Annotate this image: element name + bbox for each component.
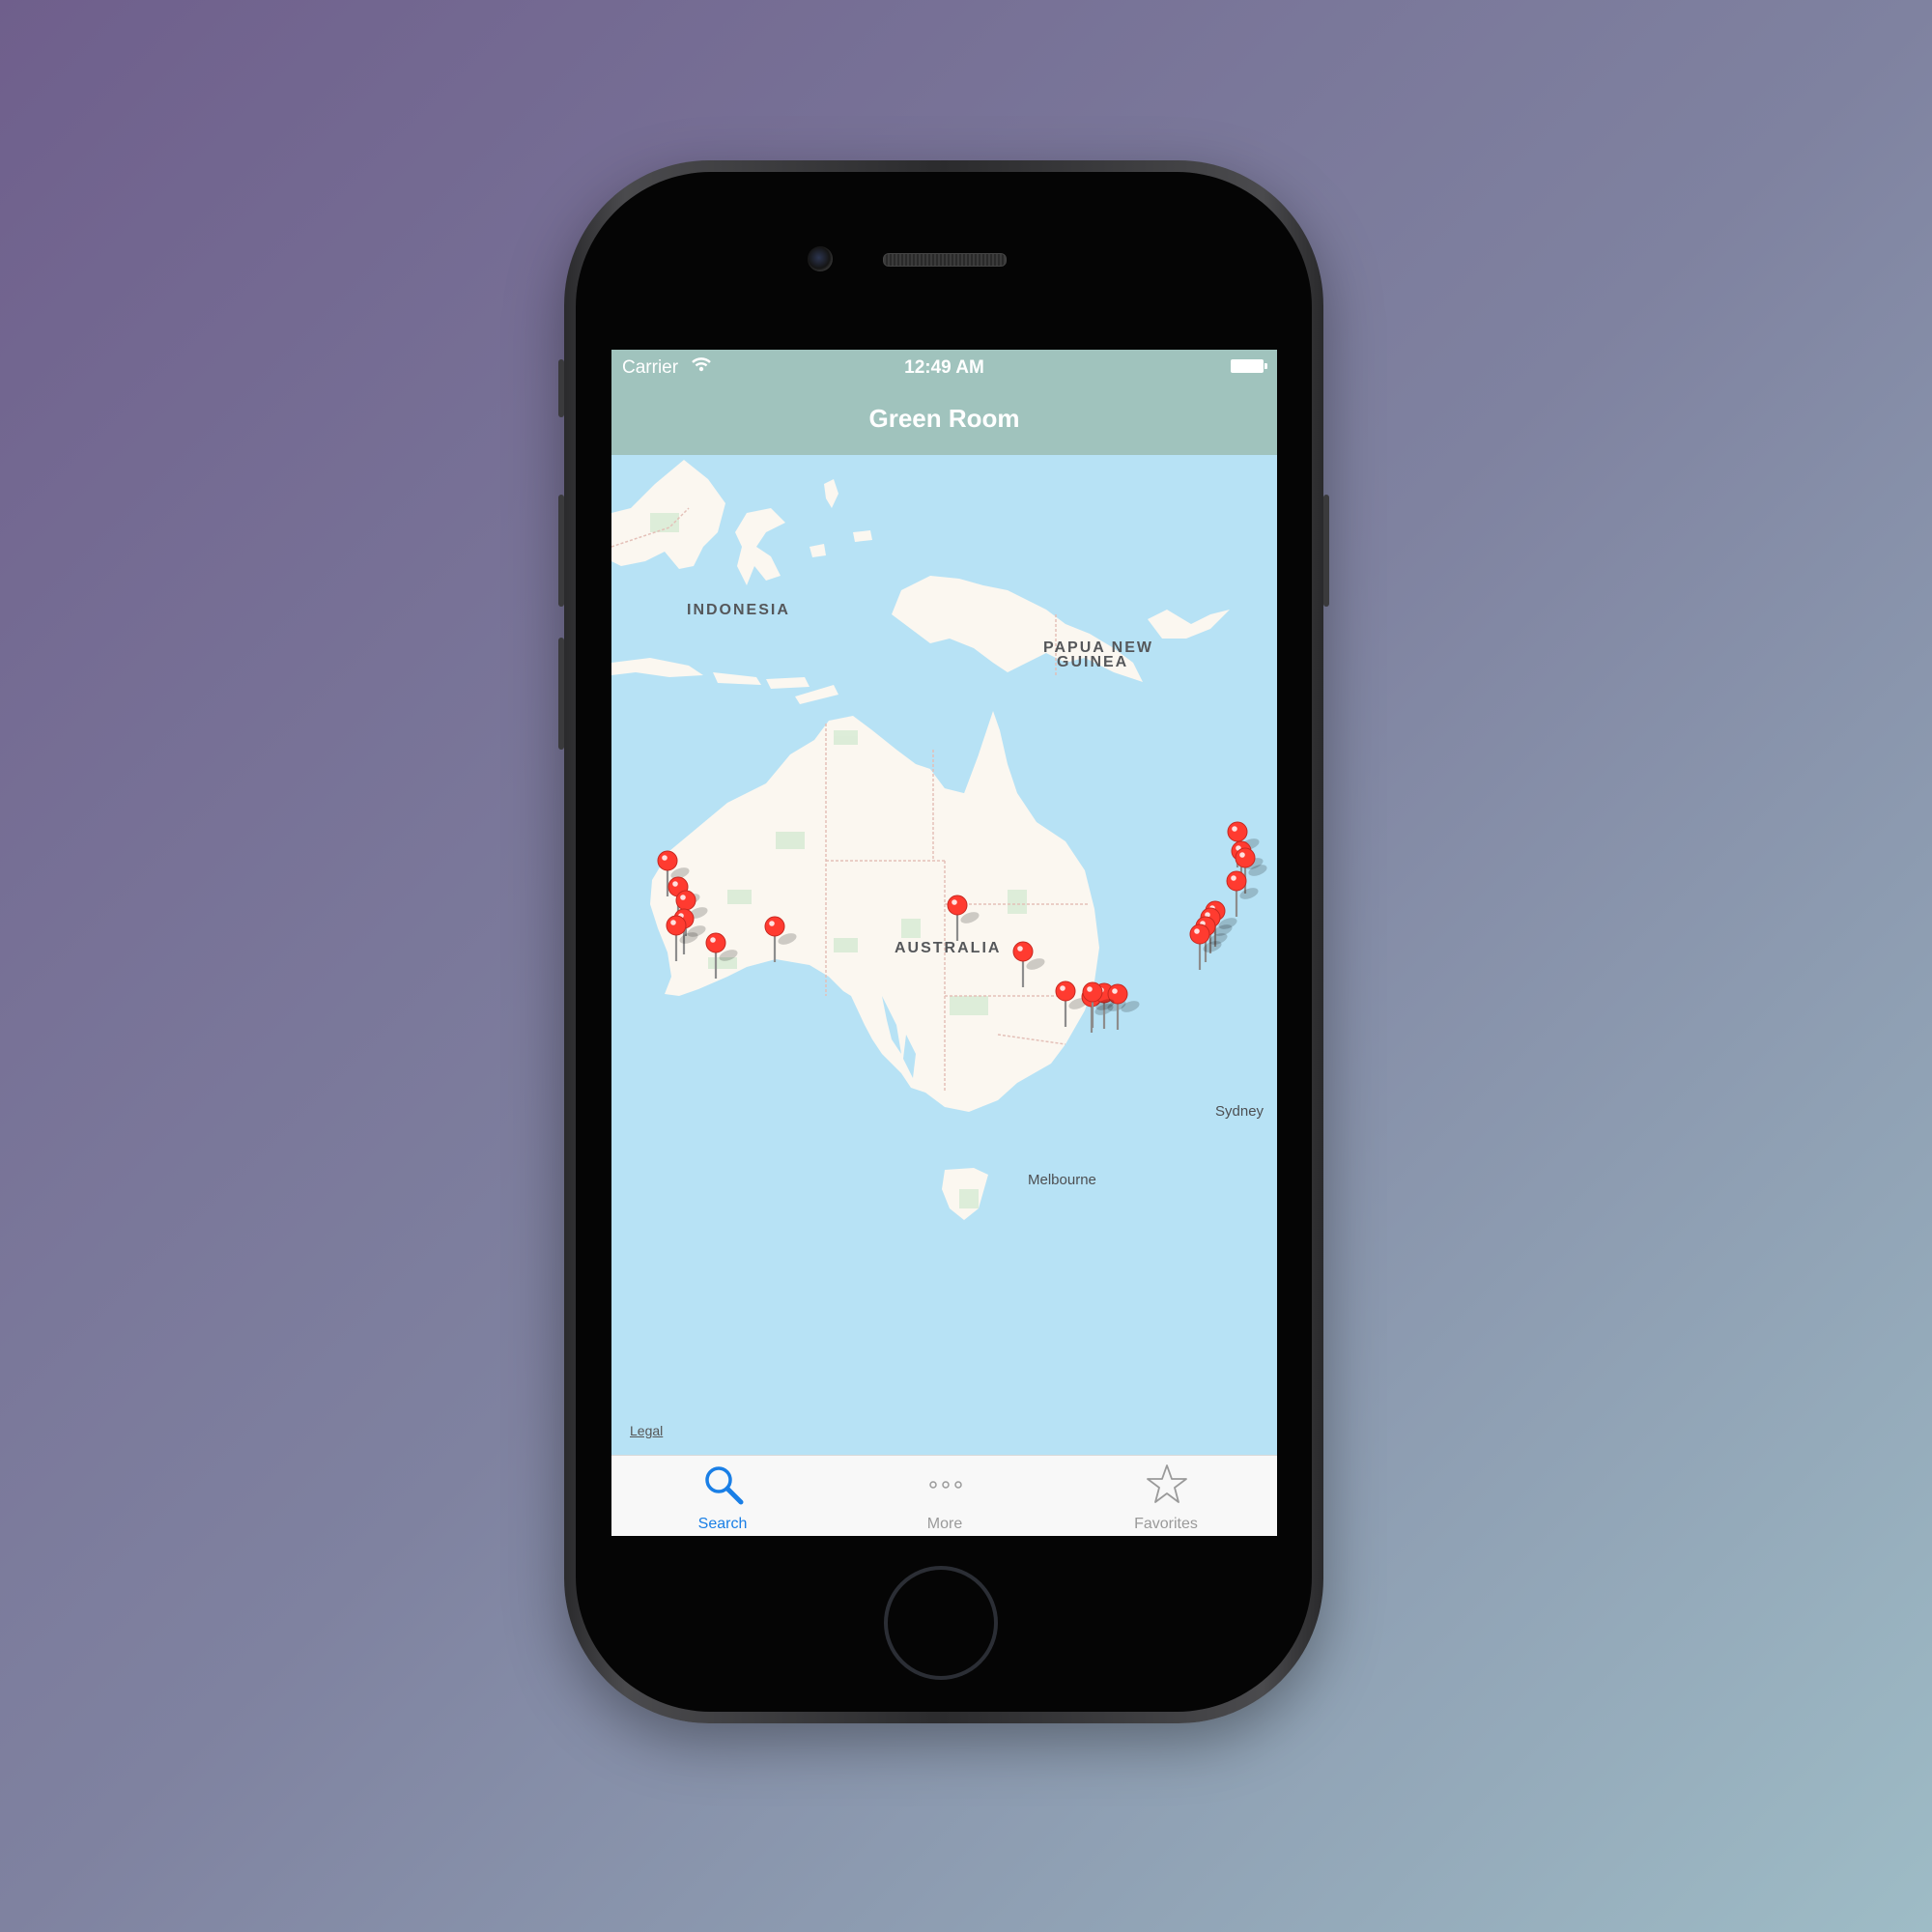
map-pin[interactable] bbox=[947, 895, 985, 949]
star-icon bbox=[1147, 1464, 1187, 1503]
mute-switch bbox=[558, 359, 564, 417]
magnifier-icon bbox=[705, 1466, 744, 1505]
legal-link[interactable]: Legal bbox=[630, 1423, 663, 1438]
tab-more[interactable]: More bbox=[834, 1456, 1056, 1536]
app-screen: Carrier 12:49 AM Green Room INDONESIA PA… bbox=[611, 350, 1277, 1536]
map-label-indonesia: INDONESIA bbox=[687, 602, 790, 618]
map-pin[interactable] bbox=[1012, 941, 1051, 995]
page-title: Green Room bbox=[868, 404, 1020, 433]
tab-search-label: Search bbox=[697, 1516, 748, 1532]
map-pin[interactable] bbox=[764, 916, 803, 970]
map-pin[interactable] bbox=[705, 932, 744, 986]
volume-down-button bbox=[558, 638, 564, 750]
map-pin[interactable] bbox=[666, 915, 704, 969]
volume-up-button bbox=[558, 495, 564, 607]
map-view[interactable]: INDONESIA PAPUA NEW GUINEA AUSTRALIA Syd… bbox=[611, 455, 1277, 1455]
front-camera bbox=[808, 246, 833, 271]
tab-favorites[interactable]: Favorites bbox=[1055, 1456, 1277, 1536]
city-label-sydney: Sydney bbox=[1215, 1103, 1264, 1120]
tab-favorites-label: Favorites bbox=[1134, 1516, 1198, 1532]
battery-icon bbox=[1231, 359, 1267, 373]
more-dots-icon bbox=[929, 1481, 962, 1489]
map-pin[interactable] bbox=[1189, 923, 1228, 978]
power-button bbox=[1323, 495, 1329, 607]
city-label-melbourne: Melbourne bbox=[1028, 1172, 1096, 1188]
map-label-png-line2: GUINEA bbox=[1057, 654, 1129, 670]
status-time: 12:49 AM bbox=[904, 357, 984, 378]
navigation-bar: Green Room bbox=[611, 384, 1277, 455]
status-bar: Carrier 12:49 AM bbox=[611, 350, 1277, 384]
tab-search[interactable]: Search bbox=[611, 1456, 834, 1536]
tab-bar: Search More Favorites bbox=[611, 1455, 1277, 1536]
map-pin[interactable] bbox=[1082, 981, 1121, 1036]
earpiece-speaker bbox=[883, 253, 1007, 267]
home-button[interactable] bbox=[884, 1566, 998, 1680]
tab-more-label: More bbox=[926, 1516, 963, 1532]
